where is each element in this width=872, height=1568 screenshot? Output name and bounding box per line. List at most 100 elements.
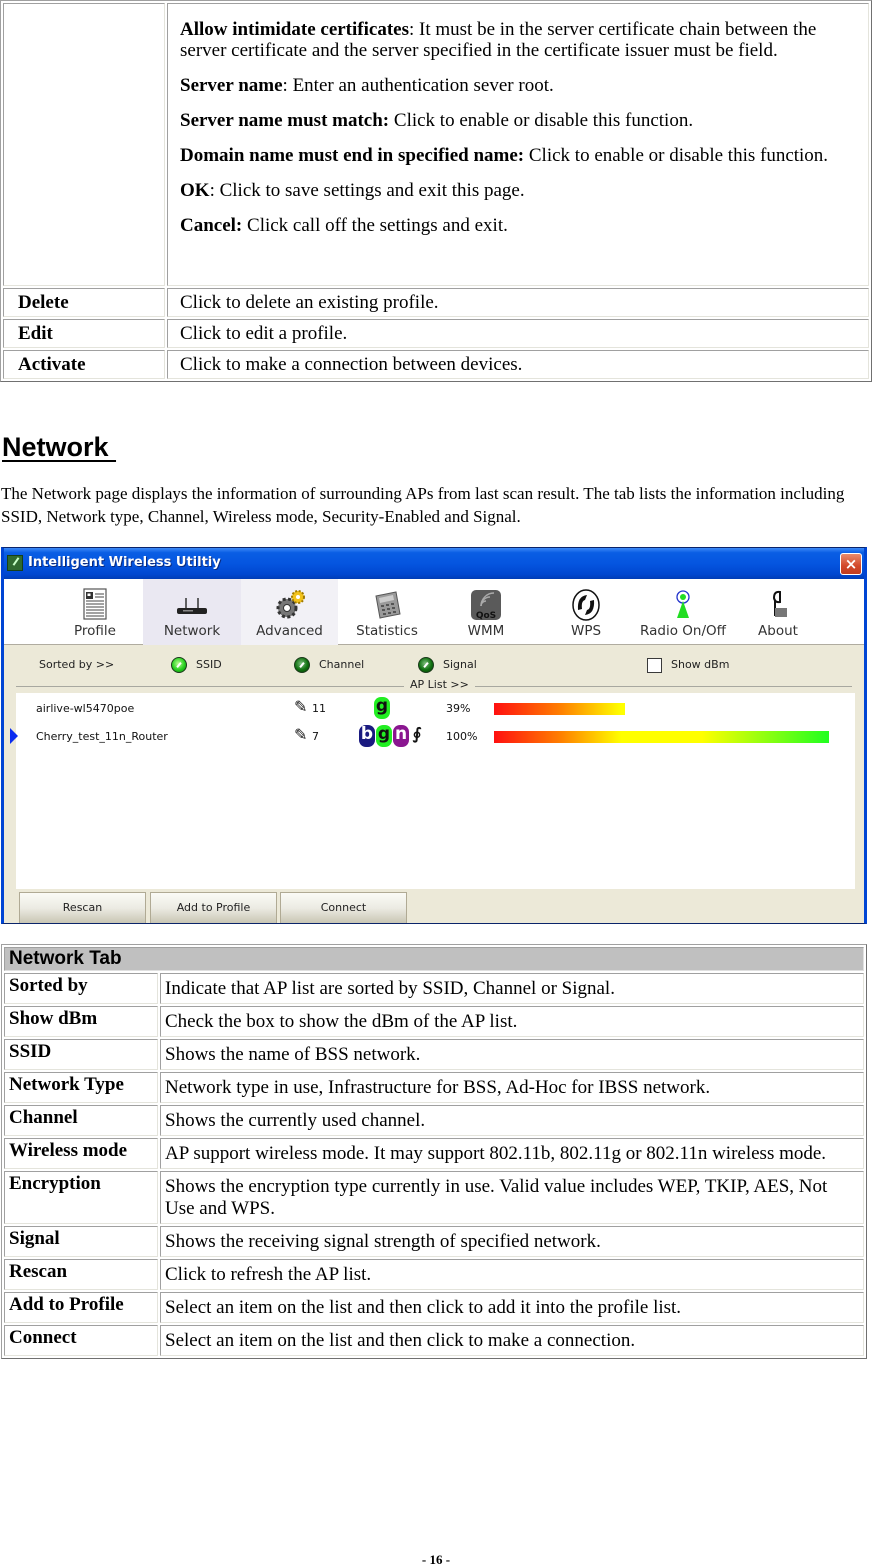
table-desc-cell: Shows the currently used channel. xyxy=(160,1105,864,1136)
profile-icon xyxy=(83,588,107,620)
table-row: Show dBm Check the box to show the dBm of… xyxy=(4,1006,864,1037)
mode-g-icon: g xyxy=(376,725,392,747)
table-header-row: Network Tab xyxy=(4,947,864,971)
table-desc-cell: Allow intimidate certificates: It must b… xyxy=(167,3,869,286)
tab-wmm[interactable]: QoS WMM xyxy=(438,579,534,645)
title-bar[interactable]: Intelligent Wireless Utiltiy × xyxy=(4,548,864,579)
section-heading: Network xyxy=(2,432,117,462)
table-row: Connect Select an item on the list and th… xyxy=(4,1325,864,1356)
table-desc-cell: Click to refresh the AP list. xyxy=(160,1259,864,1290)
table-label-cell: Delete xyxy=(3,288,165,317)
table-label-cell: Signal xyxy=(4,1226,158,1257)
ap-signal-bar xyxy=(494,731,829,743)
page-number: - 16 - xyxy=(421,1552,451,1567)
table-desc-cell: Click to delete an existing profile. xyxy=(167,288,869,317)
table-row: Add to Profile Select an item on the list… xyxy=(4,1292,864,1323)
tab-statistics[interactable]: Statistics xyxy=(338,579,436,645)
app-logo-icon xyxy=(7,555,23,571)
about-icon xyxy=(772,590,787,617)
tab-advanced-label: Advanced xyxy=(256,623,323,639)
ap-signal-bar-track xyxy=(494,731,829,743)
sort-channel-radio[interactable] xyxy=(294,657,310,673)
sort-signal-label[interactable]: Signal xyxy=(443,658,477,671)
table-row: SSID Shows the name of BSS network. xyxy=(4,1039,864,1070)
table-desc-cell: Indicate that AP list are sorted by SSID… xyxy=(160,973,864,1004)
close-button[interactable]: × xyxy=(840,553,862,575)
ap-list[interactable]: airlive-wl5470poe ✎ 11 g 39% Cherry_test… xyxy=(10,693,855,889)
profile-settings-table: Allow intimidate certificates: It must b… xyxy=(0,0,872,382)
table-row: Rescan Click to refresh the AP list. xyxy=(4,1259,864,1290)
table-desc-cell: Shows the receiving signal strength of s… xyxy=(160,1226,864,1257)
ap-ssid: Cherry_test_11n_Router xyxy=(36,730,168,743)
param-desc: Cancel: Click call off the settings and … xyxy=(180,215,508,236)
sort-ssid-radio[interactable] xyxy=(171,657,187,673)
sort-ssid-label[interactable]: SSID xyxy=(196,658,222,671)
tab-radio-on-off[interactable]: Radio On/Off xyxy=(630,579,736,645)
network-tab-table: Network Tab Sorted by Indicate that AP li… xyxy=(1,944,867,1359)
table-header: Network Tab xyxy=(4,947,864,971)
table-row: Wireless mode AP support wireless mode. I… xyxy=(4,1138,864,1169)
table-desc-cell: Shows the encryption type currently in u… xyxy=(160,1171,864,1224)
param-desc: OK: Click to save settings and exit this… xyxy=(180,180,525,201)
section-intro: The Network page displays the informatio… xyxy=(1,484,845,526)
table-desc-cell: Network type in use, Infrastructure for … xyxy=(160,1072,864,1103)
radio-icon xyxy=(676,590,690,618)
tab-statistics-label: Statistics xyxy=(356,623,418,639)
show-dbm-label[interactable]: Show dBm xyxy=(671,658,729,671)
button-bar: Rescan Add to Profile Connect xyxy=(4,889,864,923)
table-row: Sorted by Indicate that AP list are sorte… xyxy=(4,973,864,1004)
channel-icon: ✎ xyxy=(294,725,308,744)
tab-profile-label: Profile xyxy=(74,623,116,639)
table-label-cell: Sorted by xyxy=(4,973,158,1004)
table-label-cell: Wireless mode xyxy=(4,1138,158,1169)
wmm-qos-icon: QoS xyxy=(471,590,501,621)
mode-g-icon: g xyxy=(374,697,390,719)
table-row: Channel Shows the currently used channel. xyxy=(4,1105,864,1136)
tab-about[interactable]: About xyxy=(738,579,818,645)
ap-list-item[interactable]: airlive-wl5470poe ✎ 11 g 39% xyxy=(16,696,855,720)
wps-icon xyxy=(572,589,600,621)
table-row: Activate Click to make a connection betw… xyxy=(3,350,869,379)
main-toolbar: Profile Network Advanced Statistics QoS … xyxy=(4,579,864,645)
table-desc-cell: Select an item on the list and then clic… xyxy=(160,1292,864,1323)
param-desc: Domain name must end in specified name: … xyxy=(180,145,829,166)
tab-wps[interactable]: WPS xyxy=(538,579,634,645)
param-desc: Allow intimidate certificates: It must b… xyxy=(180,19,817,61)
tab-advanced[interactable]: Advanced xyxy=(241,579,338,645)
table-row: Allow intimidate certificates: It must b… xyxy=(3,3,869,286)
ap-list-item[interactable]: Cherry_test_11n_Router ✎ 7 b g n ∮ 100% xyxy=(10,724,855,748)
table-desc-cell: Select an item on the list and then clic… xyxy=(160,1325,864,1356)
sort-signal-radio[interactable] xyxy=(418,657,434,673)
tab-profile[interactable]: Profile xyxy=(47,579,143,645)
add-to-profile-button[interactable]: Add to Profile xyxy=(150,892,277,923)
table-row: Network Type Network type in use, Infrast… xyxy=(4,1072,864,1103)
table-desc-cell: Click to edit a profile. xyxy=(167,319,869,348)
table-row: Delete Click to delete an existing profi… xyxy=(3,288,869,317)
table-label-cell: Rescan xyxy=(4,1259,158,1290)
table-desc-cell: Click to make a connection between devic… xyxy=(167,350,869,379)
tab-network-label: Network xyxy=(163,623,221,639)
statistics-icon xyxy=(375,591,401,619)
svg-text:QoS: QoS xyxy=(476,611,496,621)
table-label-cell: Connect xyxy=(4,1325,158,1356)
table-label-cell: Show dBm xyxy=(4,1006,158,1037)
param-desc: Server name must match: Click to enable … xyxy=(180,110,694,131)
window-title: Intelligent Wireless Utiltiy xyxy=(28,555,221,570)
table-label-cell: SSID xyxy=(4,1039,158,1070)
tab-network[interactable]: Network xyxy=(143,579,241,645)
table-label-cell xyxy=(3,3,165,286)
table-label-cell: Channel xyxy=(4,1105,158,1136)
table-row: Encryption Shows the encryption type curr… xyxy=(4,1171,864,1224)
ap-signal-bar-track xyxy=(494,703,829,715)
show-dbm-checkbox[interactable] xyxy=(647,658,662,673)
rescan-button[interactable]: Rescan xyxy=(19,892,146,923)
connect-button[interactable]: Connect xyxy=(280,892,407,923)
tab-wmm-label: WMM xyxy=(467,623,505,639)
table-label-cell: Edit xyxy=(3,319,165,348)
ap-signal-text: 100% xyxy=(446,730,478,743)
ap-list-label: AP List >> xyxy=(404,678,475,691)
table-row: Signal Shows the receiving signal strengt… xyxy=(4,1226,864,1257)
table-desc-cell: Check the box to show the dBm of the AP … xyxy=(160,1006,864,1037)
ap-ssid: airlive-wl5470poe xyxy=(36,702,135,715)
sort-channel-label[interactable]: Channel xyxy=(319,658,364,671)
